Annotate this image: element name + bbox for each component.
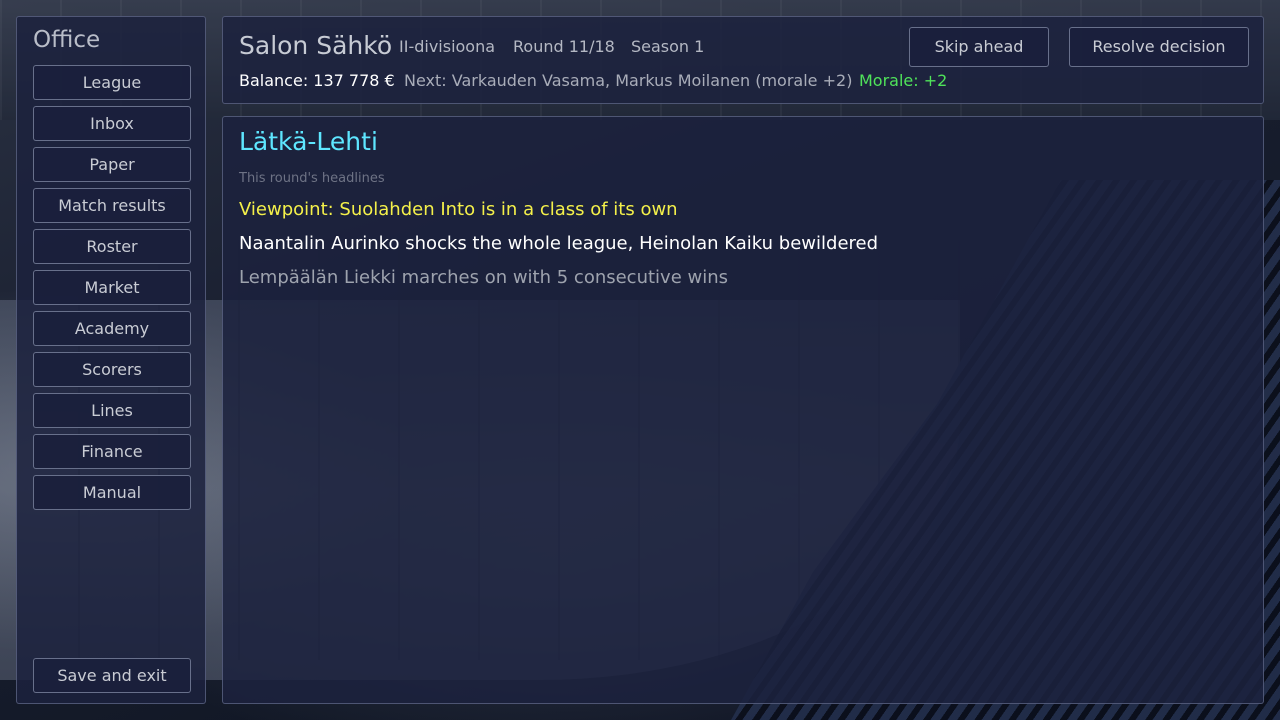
balance-label: Balance: 137 778 € — [239, 71, 395, 90]
nav-roster-button[interactable]: Roster — [33, 229, 191, 264]
sidebar-title: Office — [33, 27, 101, 53]
nav-manual-button[interactable]: Manual — [33, 475, 191, 510]
paper-title: Lätkä-Lehti — [239, 127, 378, 156]
nav-finance-button[interactable]: Finance — [33, 434, 191, 469]
round-label: Round 11/18 — [513, 37, 615, 56]
nav-market-button[interactable]: Market — [33, 270, 191, 305]
sidebar-nav: League Inbox Paper Match results Roster … — [33, 65, 191, 516]
nav-league-button[interactable]: League — [33, 65, 191, 100]
paper-panel: Lätkä-Lehti This round's headlines Viewp… — [222, 116, 1264, 704]
nav-academy-button[interactable]: Academy — [33, 311, 191, 346]
team-name: Salon Sähkö — [239, 31, 393, 60]
morale-label: Morale: +2 — [859, 71, 948, 90]
headline-item: Naantalin Aurinko shocks the whole leagu… — [239, 233, 879, 254]
headline-item: Viewpoint: Suolahden Into is in a class … — [239, 199, 678, 220]
save-and-exit-button[interactable]: Save and exit — [33, 658, 191, 693]
season-label: Season 1 — [631, 37, 705, 56]
skip-ahead-button[interactable]: Skip ahead — [909, 27, 1049, 67]
resolve-decision-button[interactable]: Resolve decision — [1069, 27, 1249, 67]
division-label: II-divisioona — [399, 37, 496, 56]
headline-item: Lempäälän Liekki marches on with 5 conse… — [239, 267, 729, 288]
nav-match-results-button[interactable]: Match results — [33, 188, 191, 223]
next-match-label: Next: Varkauden Vasama, Markus Moilanen … — [404, 71, 853, 90]
nav-scorers-button[interactable]: Scorers — [33, 352, 191, 387]
team-header: Salon Sähkö II-divisioona Round 11/18 Se… — [222, 16, 1264, 104]
headlines-subtitle: This round's headlines — [239, 171, 385, 186]
nav-paper-button[interactable]: Paper — [33, 147, 191, 182]
nav-inbox-button[interactable]: Inbox — [33, 106, 191, 141]
office-sidebar: Office League Inbox Paper Match results … — [16, 16, 206, 704]
nav-lines-button[interactable]: Lines — [33, 393, 191, 428]
